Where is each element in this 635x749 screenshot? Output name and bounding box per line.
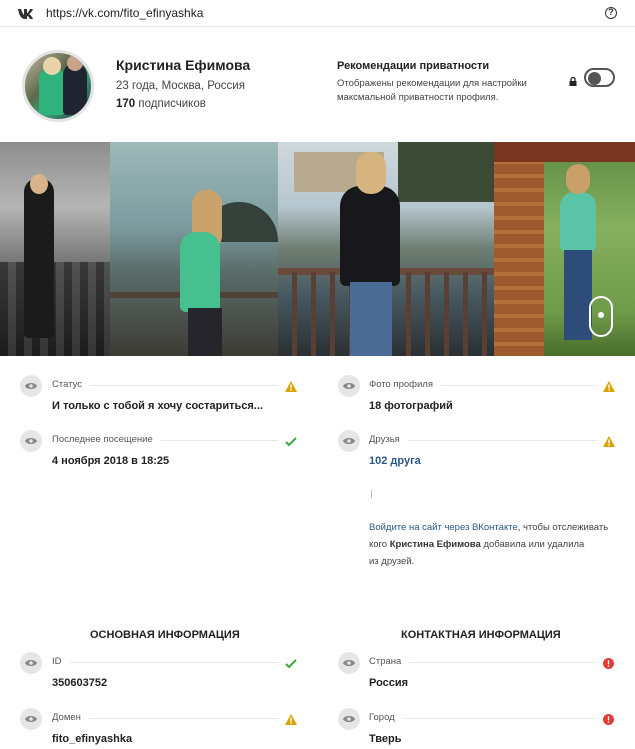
divider xyxy=(369,718,597,719)
privacy-title: Рекомендации приватности xyxy=(337,60,490,72)
city-label: Город xyxy=(369,712,403,723)
contact-info-title: КОНТАКТНАЯ ИНФОРМАЦИЯ xyxy=(401,629,561,641)
status-label: Статус xyxy=(52,379,91,390)
id-value: 350603752 xyxy=(52,677,108,689)
country-value: Россия xyxy=(369,677,409,689)
check-icon xyxy=(285,656,297,669)
basic-info-title: ОСНОВНАЯ ИНФОРМАЦИЯ xyxy=(90,629,240,641)
city-value: Тверь xyxy=(369,733,402,745)
eye-icon xyxy=(20,375,42,397)
photo-1[interactable] xyxy=(0,142,110,356)
check-icon xyxy=(285,434,297,447)
eye-icon xyxy=(20,708,42,730)
eye-icon xyxy=(338,708,360,730)
vk-login-link[interactable]: Войдите на сайт через ВКонтакте xyxy=(369,522,518,533)
warning-icon xyxy=(285,379,297,392)
error-icon xyxy=(603,712,615,725)
lock-icon xyxy=(569,73,577,86)
eye-icon xyxy=(20,652,42,674)
note-name: Кристина Ефимова xyxy=(389,539,481,550)
warning-icon xyxy=(603,434,615,447)
photo-3[interactable] xyxy=(278,142,494,356)
warning-icon xyxy=(603,379,615,392)
last-seen-value: 4 ноября 2018 в 18:25 xyxy=(52,455,170,467)
note-text-3: добавила или удалила xyxy=(480,539,585,550)
friends-label: Друзья xyxy=(369,434,408,445)
note-text-4: из друзей. xyxy=(369,556,415,567)
divider xyxy=(52,662,278,663)
status-value: И только с тобой я хочу состариться... xyxy=(52,400,263,412)
vk-logo-icon xyxy=(18,8,34,19)
note-text-1: , чтобы отслеживать xyxy=(517,522,609,533)
loading-indicator xyxy=(371,490,372,498)
photo-strip xyxy=(0,142,635,356)
id-label: ID xyxy=(52,656,70,667)
help-icon[interactable]: ? xyxy=(605,7,617,19)
address-bar[interactable]: https://vk.com/fito_efinyashka ? xyxy=(0,0,635,27)
domain-value: fito_efinyashka xyxy=(52,733,133,745)
eye-icon xyxy=(20,430,42,452)
profile-photos-label: Фото профиля xyxy=(369,379,441,390)
warning-icon xyxy=(285,712,297,725)
eye-icon xyxy=(338,375,360,397)
friends-tracking-note: Войдите на сайт через ВКонтакте, чтобы о… xyxy=(369,519,635,570)
profile-photos-value: 18 фотографий xyxy=(369,400,453,412)
profile-meta: 23 года, Москва, Россия xyxy=(116,80,245,92)
followers-count: 170 подписчиков xyxy=(116,98,206,110)
last-seen-label: Последнее посещение xyxy=(52,434,161,445)
friends-value[interactable]: 102 друга xyxy=(369,455,421,467)
photo-2[interactable] xyxy=(110,142,278,356)
note-text-2: кого xyxy=(369,539,390,550)
profile-name: Кристина Ефимова xyxy=(116,57,251,73)
domain-label: Домен xyxy=(52,712,89,723)
followers-label: подписчиков xyxy=(138,98,206,110)
scroll-indicator[interactable] xyxy=(589,296,613,337)
url-text[interactable]: https://vk.com/fito_efinyashka xyxy=(46,6,203,20)
privacy-toggle[interactable] xyxy=(584,68,615,87)
eye-icon xyxy=(338,652,360,674)
photo-4[interactable] xyxy=(494,142,635,356)
privacy-description: Отображены рекомендации для настройки ма… xyxy=(337,78,527,103)
avatar[interactable] xyxy=(22,50,94,122)
country-label: Страна xyxy=(369,656,410,667)
followers-number: 170 xyxy=(116,98,136,110)
eye-icon xyxy=(338,430,360,452)
error-icon xyxy=(603,656,615,669)
